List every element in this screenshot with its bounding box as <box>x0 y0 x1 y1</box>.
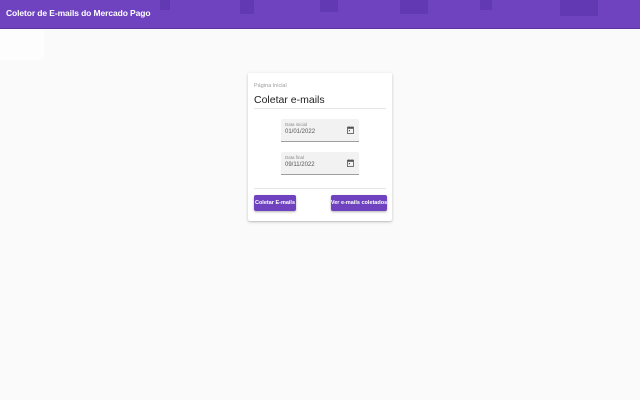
end-date-field[interactable]: Data final 09/11/2022 <box>281 152 359 175</box>
breadcrumb: Página Inicial <box>254 83 287 89</box>
start-date-field[interactable]: Data inicial 01/01/2022 <box>281 119 359 142</box>
actions-divider <box>254 188 386 189</box>
header-decoration <box>400 0 428 14</box>
collect-card: Página Inicial Coletar e-mails Data inic… <box>248 73 392 221</box>
header-decoration <box>160 0 170 10</box>
view-collected-emails-button[interactable]: Ver e-mails coletados <box>331 195 387 211</box>
header-decoration <box>480 0 492 10</box>
header-decoration <box>240 0 254 14</box>
background-panel <box>0 30 44 60</box>
header-decoration <box>560 0 598 16</box>
page-title: Coletar e-mails <box>254 94 325 106</box>
end-date-value: 09/11/2022 <box>285 162 315 168</box>
start-date-label: Data inicial <box>285 122 308 127</box>
header-decoration <box>320 0 338 12</box>
calendar-icon[interactable] <box>347 126 354 134</box>
title-divider <box>254 108 386 109</box>
app-bar: Coletor de E-mails do Mercado Pago <box>0 0 640 29</box>
start-date-value: 01/01/2022 <box>285 129 316 135</box>
collect-emails-button[interactable]: Coletar E-mails <box>254 195 296 211</box>
end-date-label: Data final <box>285 155 305 160</box>
calendar-icon[interactable] <box>347 159 354 167</box>
app-title: Coletor de E-mails do Mercado Pago <box>6 8 151 18</box>
